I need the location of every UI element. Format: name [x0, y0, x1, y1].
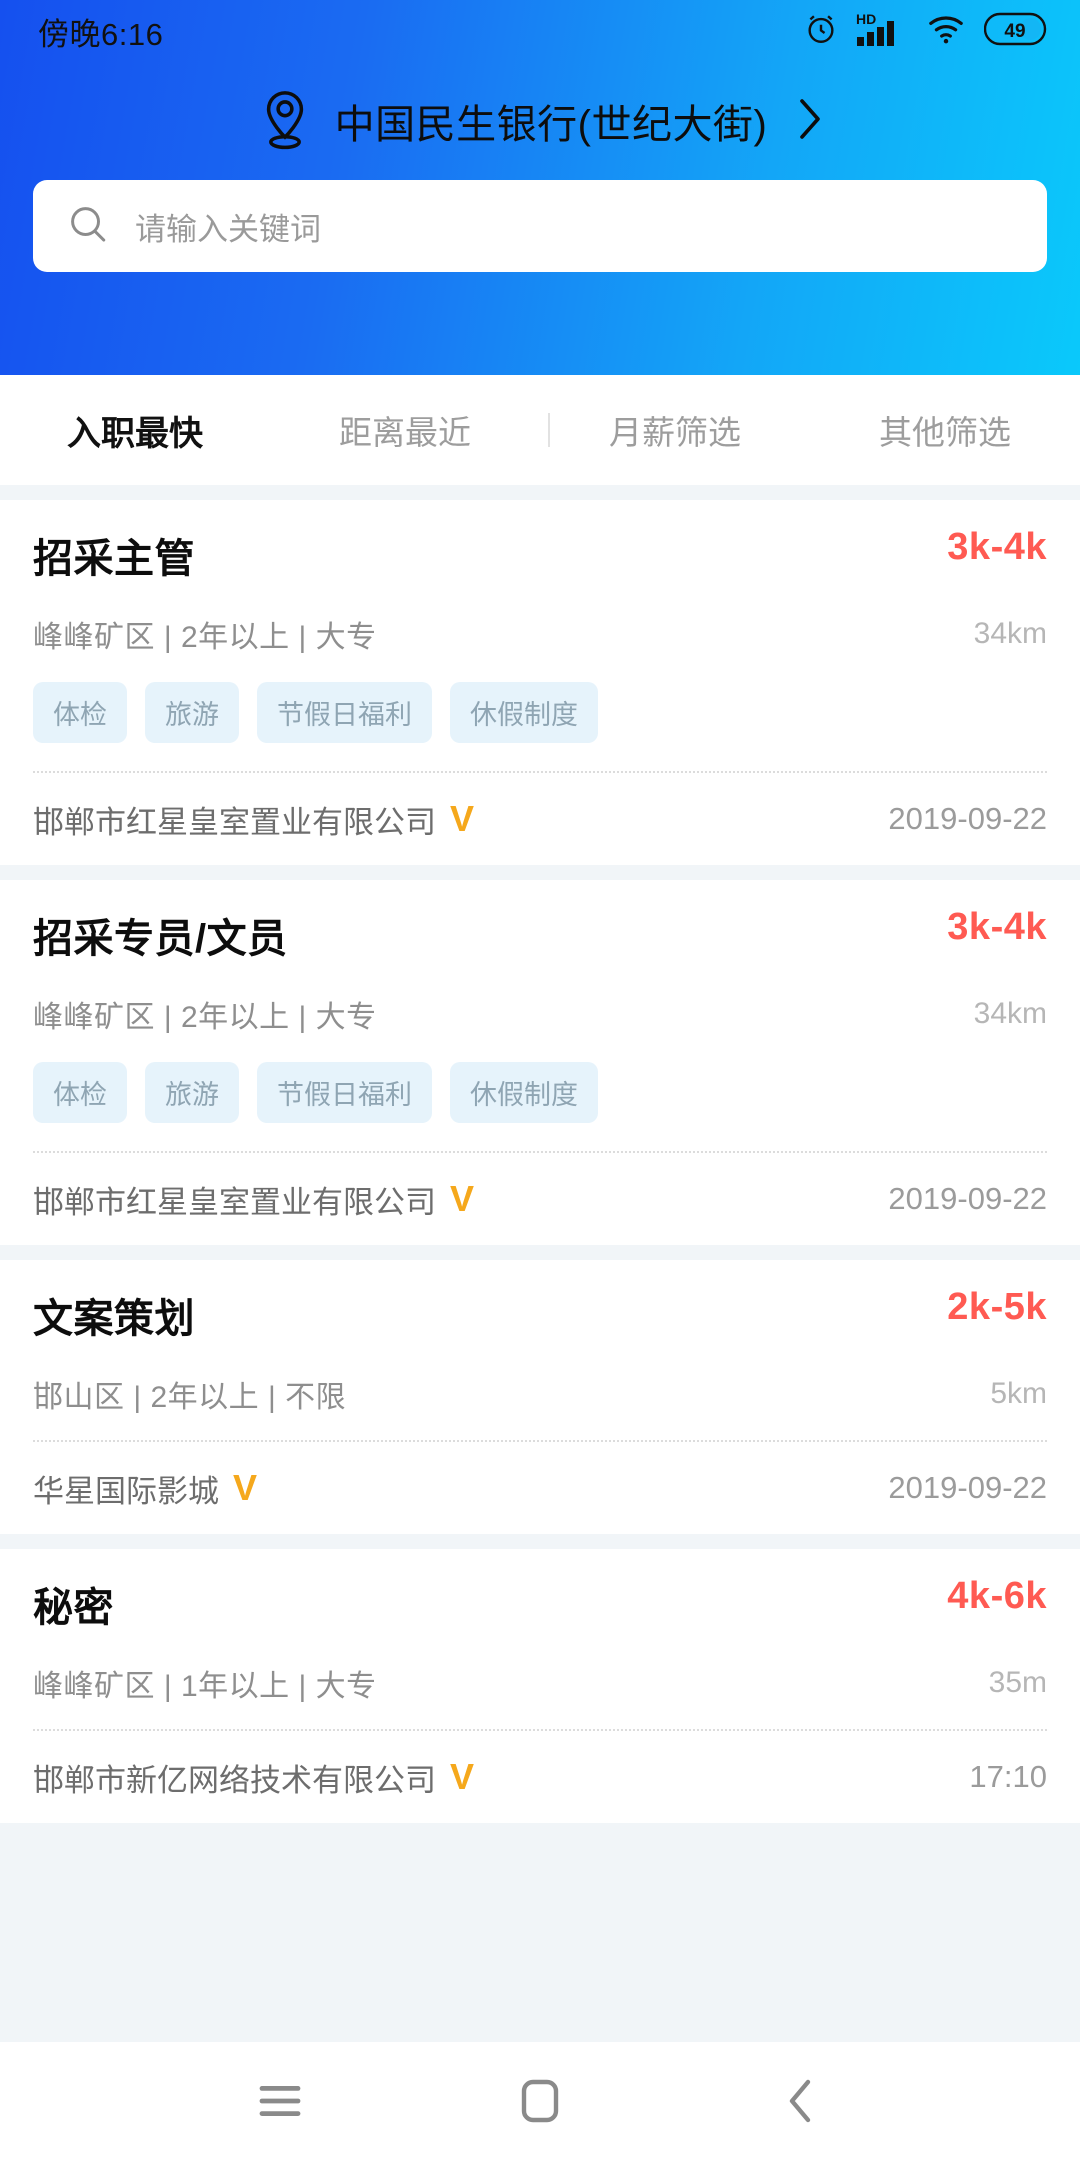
job-header: 招采主管 3k-4k	[33, 526, 1047, 584]
job-tag: 旅游	[145, 1062, 239, 1123]
job-tag: 休假制度	[450, 682, 598, 743]
job-tag: 体检	[33, 682, 127, 743]
wifi-icon	[926, 13, 966, 50]
tab-fastest-onboarding[interactable]: 入职最快	[0, 406, 270, 455]
verified-badge-icon: V	[233, 1467, 258, 1508]
home-square-icon[interactable]	[485, 2046, 595, 2156]
job-card[interactable]: 招采专员/文员 3k-4k 峰峰矿区 | 2年以上 | 大专 34km 体检 旅…	[0, 880, 1080, 1245]
search-icon	[67, 203, 109, 250]
job-header: 秘密 4k-6k	[33, 1575, 1047, 1633]
job-meta-row: 邯山区 | 2年以上 | 不限 5km	[33, 1372, 1047, 1416]
list-gap	[0, 485, 1080, 500]
job-title: 文案策划	[33, 1297, 195, 1341]
job-tag: 节假日福利	[257, 682, 432, 743]
job-title: 招采主管	[33, 537, 195, 581]
list-gap	[0, 1245, 1080, 1260]
chevron-right-icon[interactable]	[797, 97, 823, 146]
job-date: 2019-09-22	[888, 1470, 1047, 1505]
battery-level: 49	[1004, 21, 1025, 42]
job-card[interactable]: 文案策划 2k-5k 邯山区 | 2年以上 | 不限 5km 华星国际影城 V …	[0, 1260, 1080, 1534]
search-input[interactable]: 请输入关键词	[135, 204, 321, 249]
job-tags: 体检 旅游 节假日福利 休假制度	[33, 1062, 1047, 1127]
job-requirements: 峰峰矿区 | 2年以上 | 大专	[33, 621, 377, 654]
job-tag: 休假制度	[450, 1062, 598, 1123]
job-date: 17:10	[969, 1759, 1047, 1794]
tab-divider	[548, 413, 550, 447]
company-name: 邯郸市红星皇室置业有限公司	[33, 804, 436, 840]
hd-signal-icon: HD	[856, 11, 908, 52]
chevron-left-icon[interactable]	[745, 2046, 855, 2156]
battery-icon: 49	[983, 12, 1050, 51]
job-date: 2019-09-22	[888, 801, 1047, 836]
status-time: 傍晚6:16	[38, 16, 164, 52]
job-distance: 5km	[990, 1377, 1047, 1410]
job-tag: 旅游	[145, 682, 239, 743]
list-gap	[0, 865, 1080, 880]
verified-badge-icon: V	[450, 798, 475, 839]
job-requirements: 峰峰矿区 | 2年以上 | 大专	[33, 1001, 377, 1034]
search-container: 请输入关键词	[0, 180, 1080, 272]
tab-salary-filter[interactable]: 月薪筛选	[540, 406, 810, 454]
company-name: 邯郸市红星皇室置业有限公司	[33, 1184, 436, 1220]
job-distance: 34km	[973, 997, 1047, 1030]
menu-icon[interactable]	[225, 2046, 335, 2156]
list-gap	[0, 1823, 1080, 1838]
job-date: 2019-09-22	[888, 1181, 1047, 1216]
job-salary: 3k-4k	[947, 906, 1047, 948]
job-meta-row: 峰峰矿区 | 2年以上 | 大专 34km	[33, 612, 1047, 656]
job-company-row: 邯郸市红星皇室置业有限公司 V 2019-09-22	[33, 773, 1047, 865]
job-requirements: 峰峰矿区 | 1年以上 | 大专	[33, 1670, 377, 1703]
job-tags: 体检 旅游 节假日福利 休假制度	[33, 682, 1047, 747]
job-requirements: 邯山区 | 2年以上 | 不限	[33, 1381, 347, 1414]
filter-tabs: 入职最快 距离最近 月薪筛选 其他筛选	[0, 375, 1080, 485]
verified-badge-icon: V	[450, 1756, 475, 1797]
job-header: 文案策划 2k-5k	[33, 1286, 1047, 1344]
status-icons: HD 49	[804, 11, 1050, 52]
job-header: 招采专员/文员 3k-4k	[33, 906, 1047, 964]
job-company-row: 华星国际影城 V 2019-09-22	[33, 1442, 1047, 1534]
search-bar[interactable]: 请输入关键词	[33, 180, 1047, 272]
app-screen: 傍晚6:16 HD 49 中国民生银行(世纪大街) 请输入关键词 入职最快 距离…	[0, 0, 1080, 2160]
job-title: 招采专员/文员	[33, 917, 288, 961]
job-card[interactable]: 招采主管 3k-4k 峰峰矿区 | 2年以上 | 大专 34km 体检 旅游 节…	[0, 500, 1080, 865]
job-tag: 节假日福利	[257, 1062, 432, 1123]
job-list[interactable]: 招采主管 3k-4k 峰峰矿区 | 2年以上 | 大专 34km 体检 旅游 节…	[0, 485, 1080, 2042]
job-tag: 体检	[33, 1062, 127, 1123]
header: 傍晚6:16 HD 49 中国民生银行(世纪大街) 请输入关键词	[0, 0, 1080, 375]
status-bar: 傍晚6:16 HD 49	[0, 0, 1080, 62]
job-salary: 3k-4k	[947, 526, 1047, 568]
list-gap	[0, 1534, 1080, 1549]
job-title: 秘密	[33, 1586, 114, 1630]
verified-badge-icon: V	[450, 1178, 475, 1219]
job-meta-row: 峰峰矿区 | 2年以上 | 大专 34km	[33, 992, 1047, 1036]
company-info[interactable]: 华星国际影城 V	[33, 1466, 257, 1511]
company-info[interactable]: 邯郸市红星皇室置业有限公司 V	[33, 1177, 474, 1222]
job-meta-row: 峰峰矿区 | 1年以上 | 大专 35m	[33, 1661, 1047, 1705]
job-card[interactable]: 秘密 4k-6k 峰峰矿区 | 1年以上 | 大专 35m 邯郸市新亿网络技术有…	[0, 1549, 1080, 1823]
location-name: 中国民生银行(世纪大街)	[334, 103, 768, 147]
job-company-row: 邯郸市红星皇室置业有限公司 V 2019-09-22	[33, 1153, 1047, 1245]
job-distance: 34km	[973, 617, 1047, 650]
job-salary: 4k-6k	[947, 1575, 1047, 1617]
location-selector[interactable]: 中国民生银行(世纪大街)	[0, 62, 1080, 180]
company-name: 邯郸市新亿网络技术有限公司	[33, 1762, 436, 1798]
company-name: 华星国际影城	[33, 1473, 219, 1509]
map-pin-icon	[257, 88, 313, 155]
job-salary: 2k-5k	[947, 1286, 1047, 1328]
tab-nearest-distance[interactable]: 距离最近	[270, 406, 540, 454]
job-distance: 35m	[988, 1666, 1047, 1699]
job-company-row: 邯郸市新亿网络技术有限公司 V 17:10	[33, 1731, 1047, 1823]
svg-text:HD: HD	[856, 11, 876, 27]
company-info[interactable]: 邯郸市新亿网络技术有限公司 V	[33, 1755, 474, 1800]
company-info[interactable]: 邯郸市红星皇室置业有限公司 V	[33, 797, 474, 842]
system-nav-bar	[0, 2042, 1080, 2160]
alarm-icon	[804, 12, 838, 51]
tab-other-filter[interactable]: 其他筛选	[810, 406, 1080, 454]
